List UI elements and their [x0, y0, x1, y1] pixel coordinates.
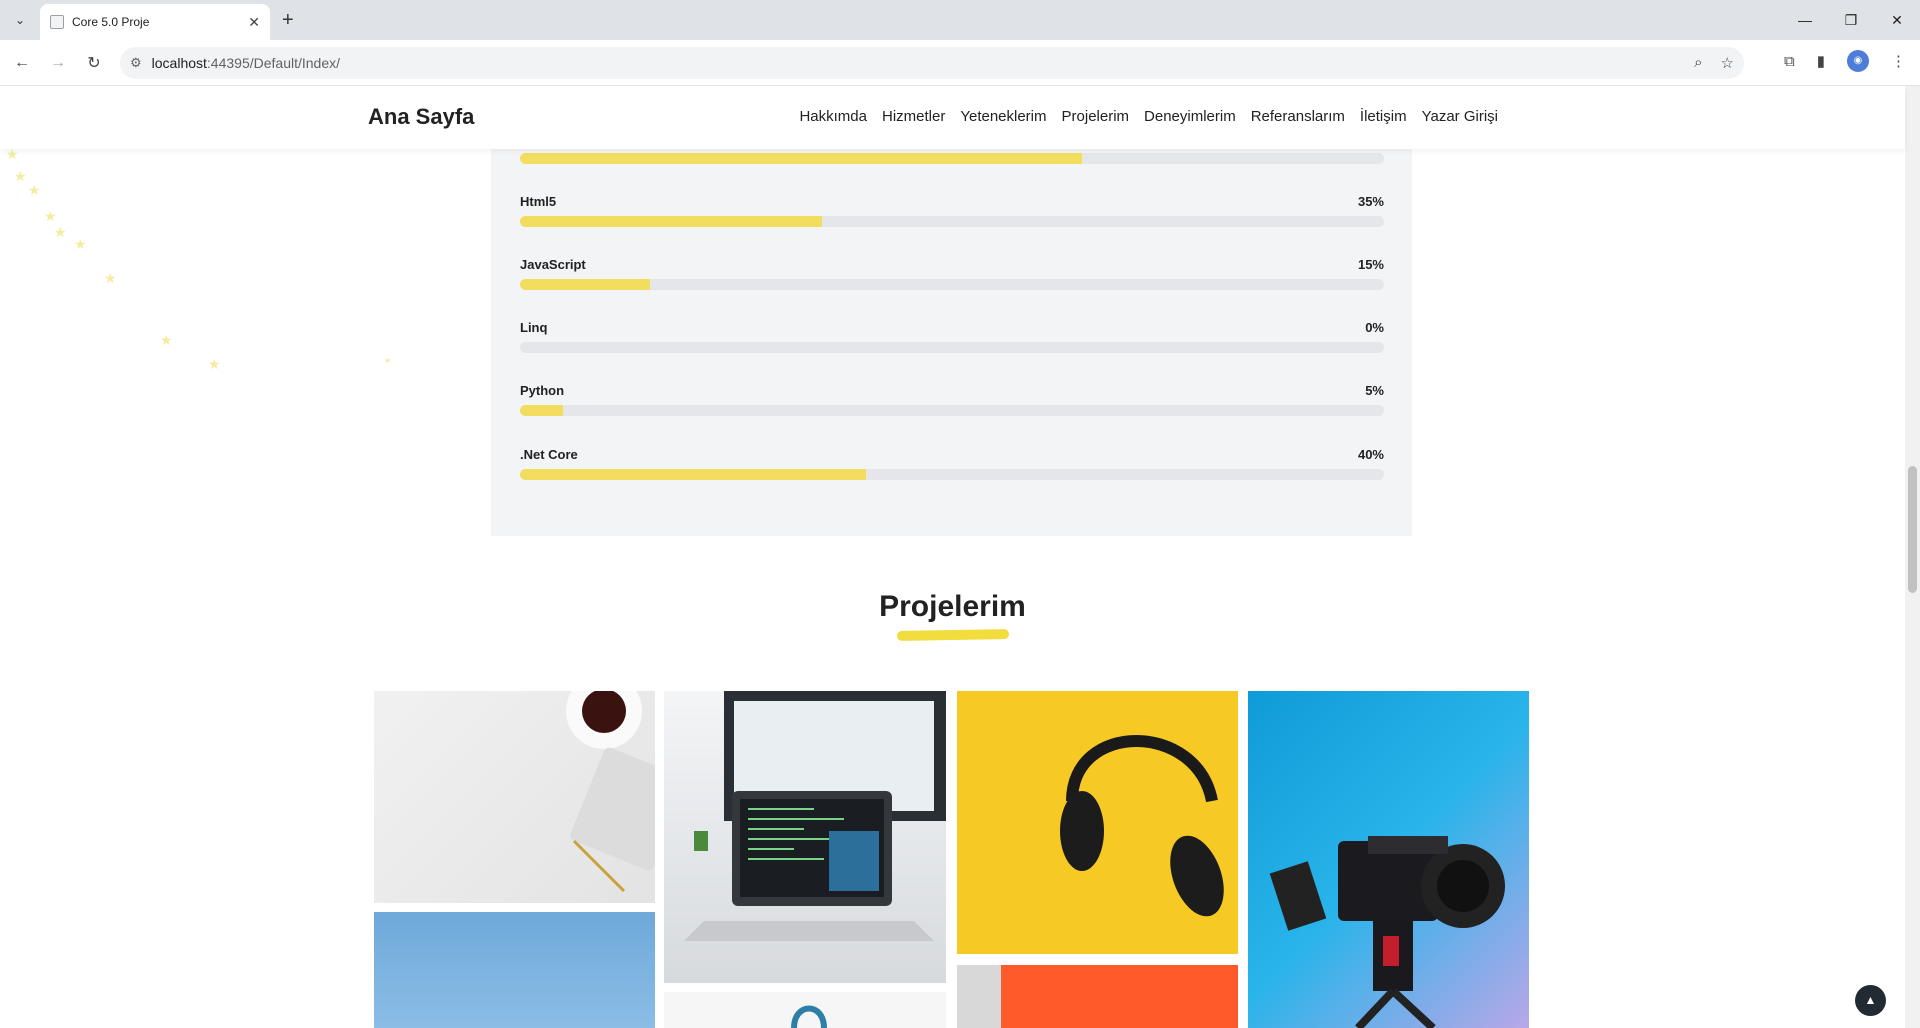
nav-link-hizmetler[interactable]: Hizmetler	[882, 108, 945, 125]
nav-link-iletisim[interactable]: İletişim	[1360, 108, 1407, 125]
profile-icon[interactable]: ◉	[1847, 50, 1869, 72]
skill-name: Linq	[520, 320, 548, 335]
skill-row: .Net Core 40%	[520, 447, 1384, 480]
nav-link-yeteneklerim[interactable]: Yeteneklerim	[960, 108, 1046, 125]
browser-tab[interactable]: Core 5.0 Proje ✕	[40, 4, 270, 40]
skill-progress-fill	[520, 216, 823, 227]
skill-progress-track	[520, 153, 1384, 164]
skill-row: Html5 35%	[520, 194, 1384, 227]
page-scrollbar[interactable]	[1905, 86, 1920, 1028]
headphones-image	[1060, 735, 1224, 917]
skill-percent: 35%	[1357, 194, 1384, 209]
skill-percent: 40%	[1357, 447, 1384, 462]
projects-heading: Projelerim	[879, 590, 1026, 623]
skill-progress-fill	[520, 279, 650, 290]
url-path: :44395/Default/Index/	[206, 55, 341, 71]
skill-progress-track	[520, 469, 1384, 480]
back-icon[interactable]: ←	[4, 54, 40, 72]
close-icon[interactable]: ✕	[248, 14, 260, 31]
star-icon: ★	[104, 270, 117, 286]
favicon-icon	[50, 15, 64, 29]
project-tile-camera-rig[interactable]	[1248, 691, 1529, 1028]
window-controls: — ❐ ✕	[1782, 0, 1920, 40]
browser-toolbar: ← → ↻ ⚙ localhost:44395/Default/Index/ ⌕…	[0, 40, 1920, 86]
skill-progress-fill	[520, 469, 866, 480]
star-icon: ★	[74, 236, 87, 252]
skills-panel: Html5 35% JavaScript 15% Linq 0% Python 5% .…	[491, 149, 1412, 536]
new-tab-icon[interactable]: +	[282, 8, 294, 32]
skill-progress-track	[520, 216, 1384, 227]
tab-title: Core 5.0 Proje	[72, 15, 150, 29]
heading-underline	[896, 629, 1010, 641]
skill-percent: 5%	[1365, 383, 1384, 398]
nav-link-hakkimda[interactable]: Hakkımda	[799, 108, 867, 125]
nav-link-deneyimlerim[interactable]: Deneyimlerim	[1144, 108, 1236, 125]
star-icon: ★	[160, 332, 173, 348]
forward-icon[interactable]: →	[40, 54, 76, 72]
skill-progress-fill	[520, 153, 1082, 164]
scrollbar-thumb[interactable]	[1908, 466, 1917, 593]
star-icon[interactable]: ☆	[1721, 54, 1734, 72]
url-host: localhost	[151, 55, 207, 71]
camera-rig-image	[1269, 836, 1505, 1028]
zoom-icon[interactable]: ⌕	[1694, 54, 1702, 72]
site-info-icon[interactable]: ⚙	[130, 55, 142, 71]
nav-link-yazar-girisi[interactable]: Yazar Girişi	[1422, 108, 1498, 125]
address-bar[interactable]: ⚙ localhost:44395/Default/Index/ ⌕ ☆	[120, 47, 1744, 79]
skill-row: JavaScript 15%	[520, 257, 1384, 290]
nav-link-projelerim[interactable]: Projelerim	[1062, 108, 1130, 125]
project-tile-laptop-code[interactable]	[664, 691, 946, 983]
laptop-code-image	[684, 691, 946, 941]
minimize-icon[interactable]: —	[1782, 0, 1828, 40]
star-icon: ★	[28, 182, 41, 198]
skill-progress-track	[520, 342, 1384, 353]
star-icon: ★	[44, 208, 57, 224]
cable-image	[791, 1005, 827, 1028]
site-brand[interactable]: Ana Sayfa	[368, 104, 474, 130]
window-close-icon[interactable]: ✕	[1874, 0, 1920, 40]
back-to-top-icon[interactable]: ▲	[1855, 985, 1886, 1016]
skill-progress-fill	[520, 405, 564, 416]
skill-row: Linq 0%	[520, 320, 1384, 353]
star-decoration: ★ ★ ★ ★ ★ ★ ★ ★ ★ ★	[0, 146, 420, 476]
project-tile-keyboard-and-coffee[interactable]	[374, 691, 655, 903]
tab-down-icon[interactable]: ⌄	[8, 8, 32, 32]
page-viewport: Ana Sayfa Hakkımda Hizmetler Yetenekleri…	[0, 86, 1920, 1028]
skill-name: .Net Core	[520, 447, 578, 462]
site-navbar: Ana Sayfa Hakkımda Hizmetler Yetenekleri…	[0, 86, 1905, 149]
nav-links: Hakkımda Hizmetler Yeteneklerim Projeler…	[799, 108, 1498, 125]
skill-progress-track	[520, 279, 1384, 290]
star-icon: ★	[14, 168, 27, 184]
skill-percent: 0%	[1365, 320, 1384, 335]
nav-link-referanslarim[interactable]: Referanslarım	[1251, 108, 1345, 125]
reload-icon[interactable]: ↻	[76, 53, 112, 73]
menu-icon[interactable]: ⋮	[1891, 52, 1906, 70]
project-tile-yellow-headphones[interactable]	[957, 691, 1238, 954]
star-icon: ★	[208, 356, 221, 372]
keyboard-coffee-image	[566, 691, 655, 893]
skill-percent: 15%	[1357, 257, 1384, 272]
star-icon: ★	[54, 224, 67, 240]
project-tile-blue-sky[interactable]	[374, 912, 655, 1028]
skill-progress-track	[520, 405, 1384, 416]
star-icon: ★	[384, 356, 392, 365]
browser-tabstrip: ⌄ Core 5.0 Proje ✕ + — ❐ ✕	[0, 0, 1920, 40]
project-tile-cable-item[interactable]	[664, 992, 946, 1028]
skill-row: Python 5%	[520, 383, 1384, 416]
restore-icon[interactable]: ❐	[1828, 0, 1874, 40]
skill-name: JavaScript	[520, 257, 586, 272]
sidebar-icon[interactable]: ▮	[1817, 52, 1825, 70]
skill-name: Python	[520, 383, 565, 398]
extensions-icon[interactable]: ⧉	[1784, 53, 1795, 70]
skill-name: Html5	[520, 194, 557, 209]
project-tile-orange-notebook[interactable]	[957, 965, 1238, 1028]
